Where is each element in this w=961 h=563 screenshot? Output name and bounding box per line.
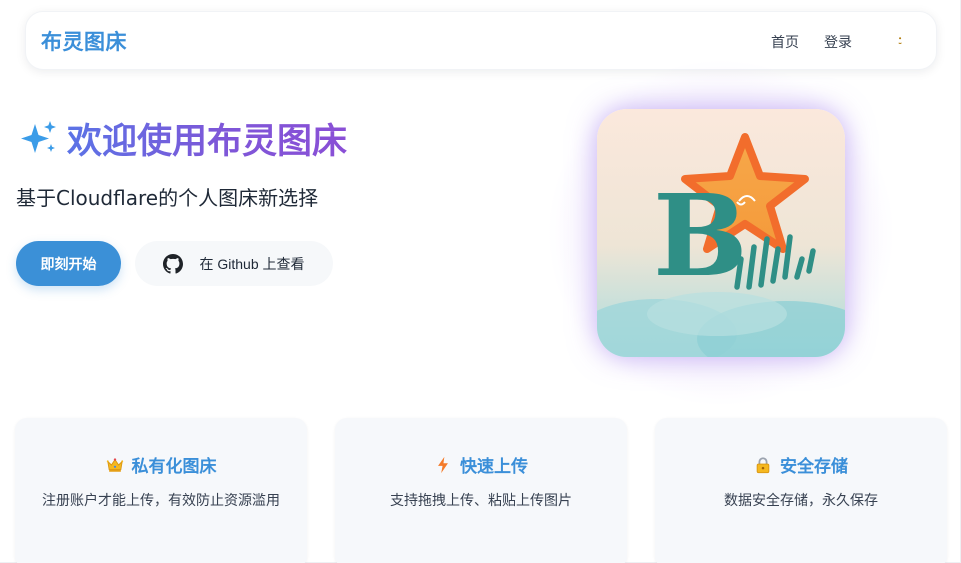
nav-home-link[interactable]: 首页 <box>771 32 799 52</box>
logo-letter: B <box>653 171 748 302</box>
feature-header: 私有化图床 <box>15 452 307 477</box>
lock-icon <box>756 456 770 473</box>
nav-login-link[interactable]: 登录 <box>824 32 852 52</box>
hero-title-text: 欢迎使用布灵图床 <box>67 113 347 164</box>
feature-description: 数据安全存储，永久保存 <box>724 493 878 509</box>
feature-card-fast-upload: 快速上传 支持拖拽上传、粘贴上传图片 <box>335 418 627 563</box>
github-button[interactable]: 在 Github 上查看 <box>135 241 333 286</box>
brand-logo-text[interactable]: 布灵图床 <box>41 26 127 56</box>
page: 布灵图床 首页 登录 欢迎使用布灵图床 基于Cloudflare的个人图床新选择… <box>0 0 961 563</box>
feature-card-private: 私有化图床 注册账户才能上传，有效防止资源滥用 <box>15 418 307 563</box>
get-started-button[interactable]: 即刻开始 <box>16 241 121 286</box>
lightning-icon <box>438 456 448 473</box>
site-logo-image: B <box>597 109 845 357</box>
hero-title: 欢迎使用布灵图床 <box>19 113 347 164</box>
crown-icon <box>106 457 123 472</box>
feature-card-secure-storage: 安全存储 数据安全存储，永久保存 <box>655 418 947 563</box>
feature-header: 快速上传 <box>335 452 627 477</box>
feature-header: 安全存储 <box>655 452 947 477</box>
moon-icon <box>894 32 904 50</box>
feature-description: 支持拖拽上传、粘贴上传图片 <box>390 493 572 509</box>
feature-title: 安全存储 <box>780 457 848 477</box>
github-button-label: 在 Github 上查看 <box>199 255 305 272</box>
feature-description: 注册账户才能上传，有效防止资源滥用 <box>42 493 280 509</box>
sparkle-icon <box>21 121 56 153</box>
feature-title: 私有化图床 <box>131 457 217 477</box>
navbar: 布灵图床 首页 登录 <box>25 11 937 70</box>
feature-title: 快速上传 <box>460 457 528 477</box>
github-icon <box>163 253 184 274</box>
hero-subtitle: 基于Cloudflare的个人图床新选择 <box>16 186 319 210</box>
theme-toggle-button[interactable] <box>888 28 914 54</box>
